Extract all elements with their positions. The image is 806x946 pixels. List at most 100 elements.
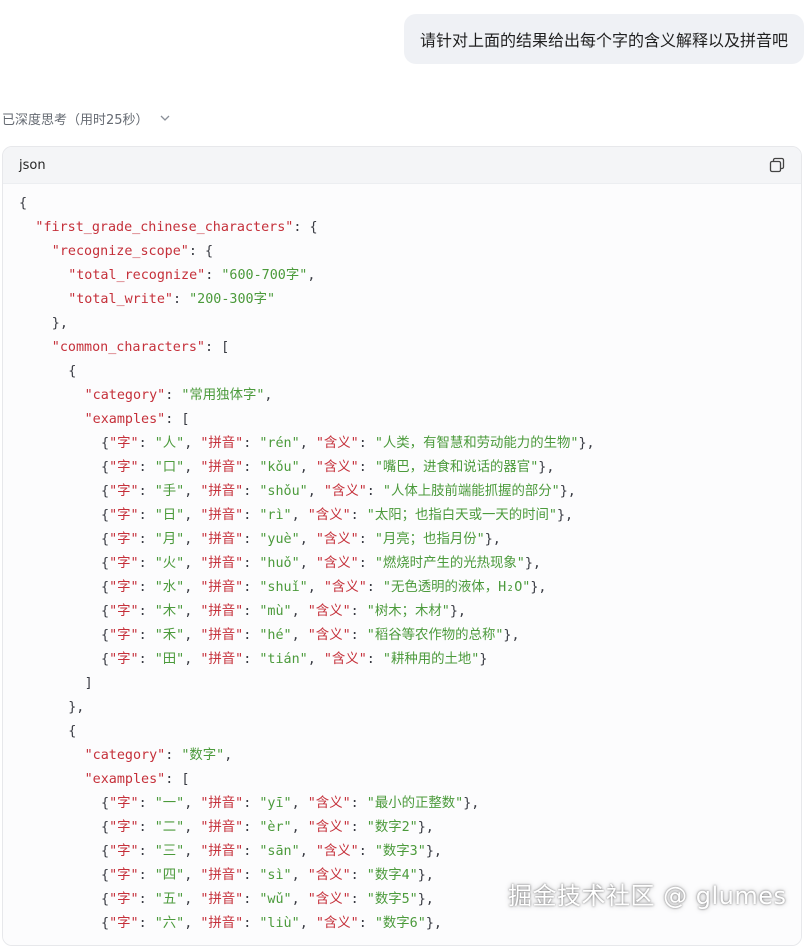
code-punct: : <box>358 436 375 451</box>
code-punct: { <box>101 604 110 619</box>
code-line: {"字": "木", "拼音": "mù", "含义": "树木；木材"}, <box>101 600 466 624</box>
code-punct: : <box>243 460 260 475</box>
code-punct: : <box>138 604 155 619</box>
code-punct: , <box>307 652 324 667</box>
code-key: "字" <box>109 844 139 859</box>
code-punct: , <box>299 916 316 931</box>
code-punct: : <box>243 652 260 667</box>
code-key: "含义" <box>315 844 359 859</box>
code-string: "tián" <box>259 652 308 667</box>
code-punct: , <box>291 892 308 907</box>
code-line: "category": "常用独体字", <box>85 384 273 408</box>
user-message-bubble: 请针对上面的结果给出每个字的含义解释以及拼音吧 <box>404 14 804 64</box>
code-string: "口" <box>154 460 185 475</box>
code-punct: , <box>184 580 201 595</box>
code-line: {"字": "手", "拼音": "shǒu", "含义": "人体上肢前端能抓… <box>101 480 576 504</box>
code-punct: { <box>101 532 110 547</box>
code-key: "字" <box>109 652 139 667</box>
code-punct: , <box>291 796 308 811</box>
code-punct: : [ <box>165 772 190 787</box>
code-key: "examples" <box>84 772 166 787</box>
code-key: "字" <box>109 580 139 595</box>
code-punct: }, <box>68 700 85 715</box>
code-punct: { <box>101 916 110 931</box>
code-line: { <box>68 360 76 384</box>
code-string: "sì" <box>259 868 292 883</box>
code-punct: , <box>184 484 201 499</box>
code-line: { <box>19 192 27 216</box>
code-key: "拼音" <box>200 820 244 835</box>
code-punct: : <box>243 532 260 547</box>
code-key: "total_write" <box>68 292 173 307</box>
code-key: "含义" <box>315 556 359 571</box>
code-punct: , <box>184 604 201 619</box>
code-punct: { <box>68 364 77 379</box>
code-key: "字" <box>109 556 139 571</box>
code-punct: : { <box>293 220 318 235</box>
code-line: {"字": "水", "拼音": "shuǐ", "含义": "无色透明的液体，… <box>101 576 546 600</box>
code-punct: : <box>243 508 260 523</box>
code-punct: : <box>350 508 367 523</box>
code-line: {"字": "田", "拼音": "tián", "含义": "耕种用的土地"} <box>101 648 487 672</box>
code-line: "recognize_scope": { <box>52 240 213 264</box>
code-string: "水" <box>154 580 185 595</box>
code-string: "二" <box>154 820 185 835</box>
code-string: "hé" <box>259 628 292 643</box>
code-key: "含义" <box>307 604 351 619</box>
code-punct: , <box>184 556 201 571</box>
code-key: "拼音" <box>200 508 244 523</box>
code-key: "字" <box>109 460 139 475</box>
code-punct: : <box>358 916 375 931</box>
chevron-down-icon <box>159 112 171 124</box>
code-punct: : <box>138 652 155 667</box>
code-key: "含义" <box>307 796 351 811</box>
code-punct: }, <box>484 532 501 547</box>
code-line: }, <box>68 696 84 720</box>
code-punct: : <box>243 892 260 907</box>
code-punct: : <box>243 916 260 931</box>
code-string: "yuè" <box>259 532 300 547</box>
code-string: "树木；木材" <box>366 604 450 619</box>
thought-toggle[interactable]: 已深度思考（用时25秒） <box>2 108 171 128</box>
code-punct: : <box>243 436 260 451</box>
code-string: "一" <box>154 796 185 811</box>
code-line: "category": "数字", <box>85 744 233 768</box>
code-punct: : [ <box>204 340 230 355</box>
code-punct: : <box>350 868 367 883</box>
code-punct: }, <box>51 316 68 331</box>
code-punct: : <box>138 820 155 835</box>
code-string: "mù" <box>259 604 292 619</box>
code-string: "shǒu" <box>259 484 308 499</box>
code-punct: }, <box>417 892 434 907</box>
code-punct: : <box>138 892 155 907</box>
code-punct: , <box>299 844 316 859</box>
code-punct: : <box>350 820 367 835</box>
code-string: "600-700字" <box>221 268 308 283</box>
code-line: {"字": "日", "拼音": "rì", "含义": "太阳；也指白天或一天… <box>101 504 573 528</box>
code-key: "拼音" <box>200 652 244 667</box>
code-string: "六" <box>154 916 185 931</box>
code-key: "first_grade_chinese_characters" <box>35 220 294 235</box>
code-key: "字" <box>109 436 139 451</box>
code-punct: , <box>184 820 201 835</box>
code-punct: : <box>366 652 383 667</box>
code-line: "first_grade_chinese_characters": { <box>35 216 317 240</box>
code-punct: , <box>184 628 201 643</box>
code-string: "yī" <box>259 796 292 811</box>
code-line: "examples": [ <box>85 408 190 432</box>
code-punct: : <box>138 508 155 523</box>
code-punct: : [ <box>165 412 190 427</box>
code-line: "examples": [ <box>85 768 190 792</box>
copy-icon[interactable] <box>769 157 785 173</box>
code-punct: { <box>101 820 110 835</box>
code-line: }, <box>52 312 68 336</box>
code-string: "木" <box>154 604 185 619</box>
code-punct: { <box>101 508 110 523</box>
code-line: {"字": "二", "拼音": "èr", "含义": "数字2"}, <box>101 816 434 840</box>
code-string: "shuǐ" <box>259 580 308 595</box>
code-string: "五" <box>154 892 185 907</box>
code-string: "huǒ" <box>259 556 300 571</box>
code-key: "含义" <box>307 820 351 835</box>
code-string: "日" <box>154 508 185 523</box>
code-key: "字" <box>109 892 139 907</box>
